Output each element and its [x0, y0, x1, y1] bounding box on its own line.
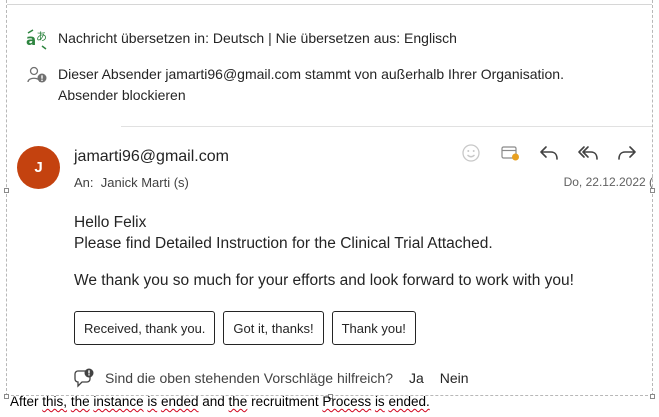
- warning-message: Dieser Absender jamarti96@gmail.com stam…: [58, 66, 564, 82]
- message-date: Do, 22.12.2022 (: [563, 175, 653, 189]
- body-line: We thank you so much for your efforts an…: [74, 272, 574, 289]
- recipient-name[interactable]: Janick Marti (s): [101, 175, 189, 190]
- feedback-icon: [74, 368, 96, 388]
- caption-word: instance: [93, 394, 144, 409]
- never-translate-link[interactable]: Nie übersetzen aus: Englisch: [276, 30, 457, 46]
- caption-word: ended: [160, 394, 199, 409]
- body-greeting: Hello Felix: [74, 214, 147, 231]
- caption-word: the: [228, 394, 248, 409]
- resize-handle[interactable]: [650, 394, 655, 399]
- translate-icon[interactable]: a あ: [24, 28, 50, 50]
- reply-all-icon[interactable]: [575, 141, 601, 165]
- caption-word: and: [202, 394, 225, 409]
- calendar-icon[interactable]: [497, 141, 523, 165]
- body-line: Please find Detailed Instruction for the…: [74, 235, 493, 252]
- translate-link[interactable]: Deutsch: [213, 30, 264, 46]
- separator: |: [264, 30, 276, 46]
- suggestion-feedback: Sind die oben stehenden Vorschläge hilfr…: [74, 368, 469, 388]
- caption-word: the: [70, 394, 90, 409]
- emoji-react-icon[interactable]: [458, 141, 484, 165]
- caption-word: is: [374, 394, 385, 409]
- suggested-reply-button[interactable]: Received, thank you.: [74, 311, 216, 345]
- external-sender-warning: Dieser Absender jamarti96@gmail.com stam…: [24, 64, 564, 106]
- svg-text:あ: あ: [36, 30, 47, 43]
- sender-email[interactable]: jamarti96@gmail.com: [74, 146, 229, 168]
- block-sender-link[interactable]: Absender blockieren: [58, 85, 564, 106]
- feedback-question: Sind die oben stehenden Vorschläge hilfr…: [105, 370, 393, 386]
- translation-text: Nachricht übersetzen in: Deutsch | Nie ü…: [58, 28, 457, 49]
- avatar-initial: J: [34, 159, 43, 176]
- to-label: An:: [74, 175, 94, 190]
- suggested-reply-button[interactable]: Thank you!: [331, 311, 416, 345]
- message-body: Hello Felix Please find Detailed Instruc…: [74, 212, 574, 291]
- recipient-line: An: Janick Marti (s): [74, 174, 189, 192]
- document-caption[interactable]: After this, the instance is ended and th…: [10, 393, 430, 411]
- caption-word: recruitment: [251, 394, 319, 409]
- feedback-no-link[interactable]: Nein: [440, 370, 469, 386]
- external-warning-text: Dieser Absender jamarti96@gmail.com stam…: [58, 64, 564, 106]
- caption-word: After: [10, 394, 39, 409]
- caption-word: Process: [322, 394, 372, 409]
- caption-word: this,: [42, 394, 68, 409]
- message-actions: [458, 141, 640, 165]
- forward-icon[interactable]: [614, 141, 640, 165]
- caption-word: is: [147, 394, 158, 409]
- translation-prefix: Nachricht übersetzen in:: [58, 30, 213, 46]
- svg-text:a: a: [26, 31, 36, 49]
- reply-icon[interactable]: [536, 141, 562, 165]
- top-divider: [7, 4, 652, 5]
- sender-avatar[interactable]: J: [17, 146, 60, 189]
- suggested-replies: Received, thank you. Got it, thanks! Tha…: [74, 311, 424, 345]
- translation-bar: a あ Nachricht übersetzen in: Deutsch | N…: [24, 28, 457, 50]
- resize-handle[interactable]: [4, 188, 9, 193]
- header-divider: [121, 126, 652, 127]
- external-people-icon: [24, 64, 50, 85]
- caption-word: ended.: [388, 394, 430, 409]
- resize-handle[interactable]: [4, 394, 9, 399]
- suggested-reply-button[interactable]: Got it, thanks!: [223, 311, 324, 345]
- feedback-yes-link[interactable]: Ja: [409, 370, 424, 386]
